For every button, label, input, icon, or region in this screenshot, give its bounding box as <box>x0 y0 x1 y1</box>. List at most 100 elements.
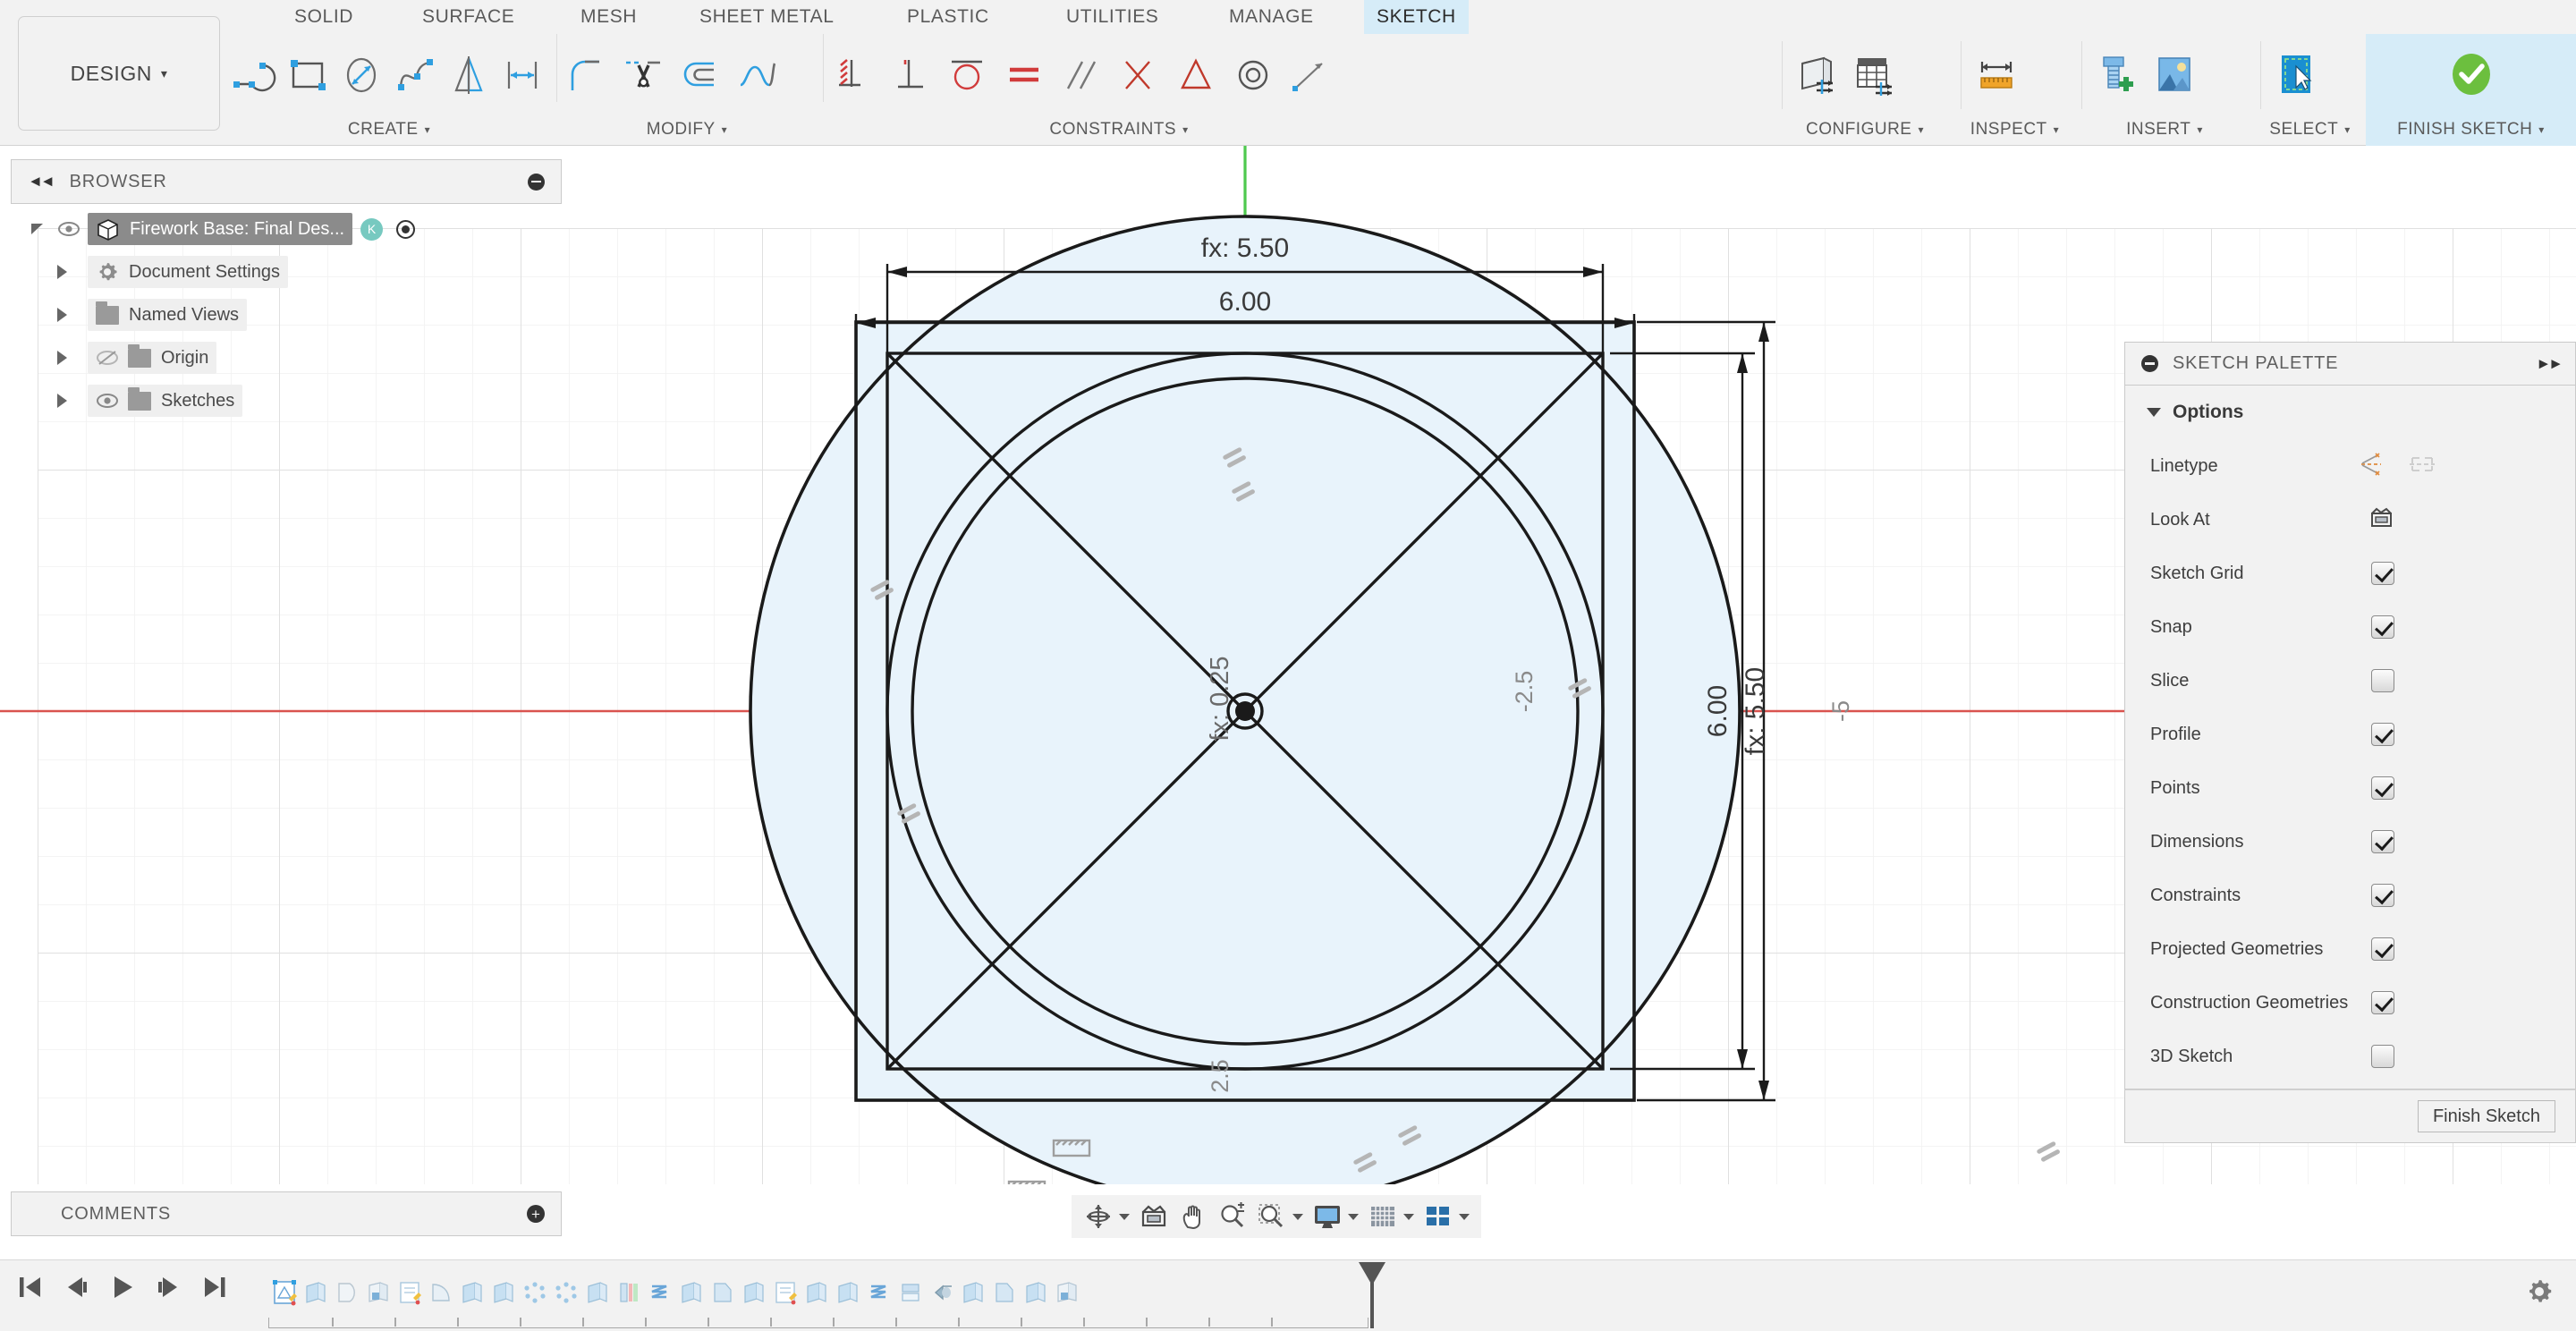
timeline-feature-extrude[interactable] <box>957 1269 988 1316</box>
expand-arrow-collapsed[interactable] <box>52 348 72 368</box>
tab-plastic[interactable]: PLASTIC <box>894 0 1002 34</box>
activate-component-radio[interactable] <box>396 219 416 239</box>
trim-tool[interactable] <box>614 40 672 110</box>
timeline-feature-extrude[interactable] <box>675 1269 707 1316</box>
tree-item-chip[interactable]: Document Settings <box>88 256 288 288</box>
zoom-window-button[interactable] <box>1252 1197 1308 1236</box>
timeline-feature-pattern[interactable] <box>550 1269 581 1316</box>
timeline-feature-fillet[interactable] <box>425 1269 456 1316</box>
dimension-text-right[interactable]: 6.00 <box>1703 685 1733 737</box>
sketch-grid-checkbox[interactable] <box>2371 562 2394 585</box>
projected-geometries-checkbox[interactable] <box>2371 937 2394 961</box>
expand-arrow-collapsed[interactable] <box>52 305 72 325</box>
panel-label-insert[interactable]: INSERT ▾ <box>2075 116 2254 143</box>
option-row-dimensions[interactable]: Dimensions <box>2125 815 2575 869</box>
tree-item-chip[interactable]: Firework Base: Final Des... <box>88 213 353 245</box>
dimensions-checkbox[interactable] <box>2371 830 2394 853</box>
panel-label-finish-sketch[interactable]: FINISH SKETCH ▾ <box>2366 116 2576 143</box>
timeline-playhead[interactable] <box>1359 1262 1385 1328</box>
tree-item-origin[interactable]: Origin <box>11 336 562 379</box>
orbit-button[interactable] <box>1079 1197 1134 1236</box>
dimension-text-right-driven[interactable]: fx: 5.50 <box>1741 667 1770 755</box>
expand-right-icon[interactable]: ►► <box>2536 355 2563 373</box>
chevron-down-icon[interactable] <box>1119 1213 1130 1220</box>
display-settings-button[interactable] <box>1308 1197 1363 1236</box>
panel-finish-sketch[interactable]: FINISH SKETCH ▾ <box>2366 34 2576 146</box>
zoom-button[interactable] <box>1213 1197 1252 1236</box>
timeline-feature-chamfer[interactable] <box>707 1269 738 1316</box>
symmetry-constraint-tool[interactable] <box>1167 40 1224 110</box>
design-workspace-button[interactable]: DESIGN ▾ <box>18 16 220 131</box>
offset-tool[interactable] <box>496 40 550 110</box>
look-at-button[interactable] <box>1134 1197 1174 1236</box>
tab-sketch[interactable]: SKETCH <box>1364 0 1469 34</box>
option-row-constraints[interactable]: Constraints <box>2125 869 2575 922</box>
tree-item-chip[interactable]: Sketches <box>88 385 243 417</box>
tree-item-firework-base[interactable]: Firework Base: Final Des... K <box>11 208 562 250</box>
tree-item-chip[interactable]: Origin <box>88 342 217 374</box>
ellipse-tool[interactable] <box>335 40 389 110</box>
timeline-feature-sketch[interactable] <box>268 1269 300 1316</box>
measure-tool[interactable] <box>1968 40 2025 110</box>
timeline-feature-track[interactable] <box>268 1269 1082 1316</box>
curvature-constraint-tool[interactable] <box>1282 40 1339 110</box>
option-row-points[interactable]: Points <box>2125 761 2575 815</box>
tab-mesh[interactable]: MESH <box>568 0 649 34</box>
insert-canvas-tool[interactable] <box>2146 40 2203 110</box>
pan-hand-button[interactable] <box>1174 1197 1213 1236</box>
coincident-constraint-tool[interactable] <box>1110 40 1167 110</box>
timeline-feature-shell[interactable] <box>1051 1269 1082 1316</box>
timeline-feature-extrude[interactable] <box>456 1269 487 1316</box>
tree-item-chip[interactable]: Named Views <box>88 299 248 331</box>
tab-manage[interactable]: MANAGE <box>1216 0 1326 34</box>
timeline-feature-thread[interactable] <box>863 1269 894 1316</box>
add-comment-icon[interactable]: + <box>527 1205 545 1223</box>
panel-label-create[interactable]: CREATE ▾ <box>228 116 550 143</box>
timeline-feature-shell[interactable] <box>894 1269 926 1316</box>
option-row-3d-sketch[interactable]: 3D Sketch <box>2125 1030 2575 1083</box>
option-row-projected-geometries[interactable]: Projected Geometries <box>2125 922 2575 976</box>
eye-visible-icon[interactable] <box>57 217 80 241</box>
collapse-left-icon[interactable]: ◄◄ <box>28 173 55 191</box>
chevron-down-icon[interactable] <box>1403 1213 1414 1220</box>
timeline-feature-extrude[interactable] <box>801 1269 832 1316</box>
break-curve-tool[interactable] <box>729 40 786 110</box>
equal-constraint-tool[interactable] <box>996 40 1053 110</box>
panel-label-configure[interactable]: CONFIGURE ▾ <box>1775 116 1954 143</box>
panel-label-select[interactable]: SELECT ▾ <box>2254 116 2366 143</box>
spline-tool[interactable] <box>389 40 443 110</box>
minimize-icon[interactable] <box>2141 355 2158 372</box>
mirror-tool[interactable] <box>443 40 496 110</box>
play-button[interactable] <box>109 1273 136 1306</box>
timeline-feature-thread[interactable] <box>644 1269 675 1316</box>
timeline-feature-pattern[interactable] <box>519 1269 550 1316</box>
parallel-constraint-tool[interactable] <box>1053 40 1110 110</box>
tab-surface[interactable]: SURFACE <box>410 0 527 34</box>
dimension-text-top-driven[interactable]: fx: 5.50 <box>1201 233 1289 263</box>
look-at-icon[interactable] <box>2368 505 2395 535</box>
constraints-checkbox[interactable] <box>2371 884 2394 907</box>
option-row-construction-geometries[interactable]: Construction Geometries <box>2125 976 2575 1030</box>
timeline-feature-extrude[interactable] <box>738 1269 769 1316</box>
options-section-header[interactable]: Options <box>2125 386 2575 439</box>
tab-solid[interactable]: SOLID <box>282 0 366 34</box>
dimension-text-center[interactable]: fx: 0.25 <box>1206 656 1234 741</box>
timeline-feature-extrude[interactable] <box>487 1269 519 1316</box>
points-checkbox[interactable] <box>2371 776 2394 800</box>
viewports-button[interactable] <box>1419 1197 1474 1236</box>
chevron-down-icon[interactable] <box>1292 1213 1303 1220</box>
expand-arrow-collapsed[interactable] <box>52 391 72 411</box>
option-row-snap[interactable]: Snap <box>2125 600 2575 654</box>
tree-item-document-settings[interactable]: Document Settings <box>11 250 562 293</box>
eye-visible-icon[interactable] <box>96 389 119 412</box>
timeline-feature-sketch[interactable] <box>394 1269 425 1316</box>
go-to-beginning-button[interactable] <box>16 1273 43 1306</box>
3d-sketch-checkbox[interactable] <box>2371 1045 2394 1068</box>
select-tool[interactable] <box>2267 40 2325 110</box>
arc-tool[interactable] <box>228 40 282 110</box>
step-back-button[interactable] <box>63 1273 89 1306</box>
go-to-end-button[interactable] <box>202 1273 229 1306</box>
dimension-text-top[interactable]: 6.00 <box>1219 287 1271 317</box>
timeline-feature-mirror[interactable] <box>926 1269 957 1316</box>
slice-checkbox[interactable] <box>2371 669 2394 692</box>
